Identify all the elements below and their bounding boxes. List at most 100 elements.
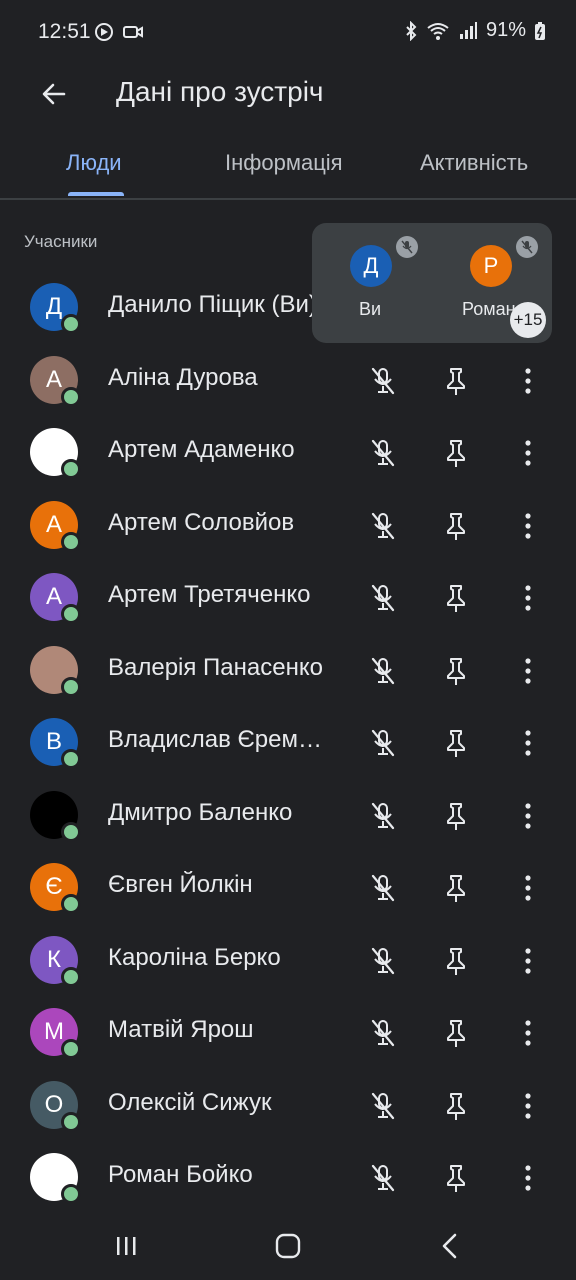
pin-icon[interactable]: [436, 723, 476, 763]
participant-row[interactable]: В Владислав Єременко: [0, 705, 576, 778]
mic-off-icon[interactable]: [363, 1013, 403, 1053]
tile-label-other: Роман: [462, 299, 516, 319]
avatar: [30, 1153, 81, 1204]
recent-apps-button[interactable]: [106, 1230, 146, 1262]
participant-name: Владислав Єременко: [108, 726, 334, 753]
avatar: [30, 645, 81, 697]
avatar: [30, 790, 81, 842]
participant-row[interactable]: М Матвій Ярош: [0, 995, 576, 1068]
participant-name: Артем Соловйов: [108, 508, 295, 536]
participant-row[interactable]: Артем Адаменко: [0, 415, 576, 488]
participant-row[interactable]: Дмитро Баленко: [0, 778, 576, 851]
mic-off-icon[interactable]: [363, 361, 403, 401]
avatar-initial: А: [45, 583, 62, 610]
pin-icon[interactable]: [436, 868, 476, 908]
online-status-dot: [61, 1039, 81, 1059]
more-options-icon[interactable]: [508, 796, 548, 836]
overflow-count-badge[interactable]: +15: [510, 302, 546, 338]
arrow-left-icon: [42, 83, 66, 105]
pin-icon[interactable]: [436, 433, 476, 473]
pin-icon[interactable]: [436, 1013, 476, 1053]
avatar-initial: А: [45, 510, 62, 538]
pin-icon[interactable]: [436, 796, 476, 836]
participant-row[interactable]: Роман Бойко: [0, 1140, 576, 1213]
more-options-icon[interactable]: [508, 868, 548, 908]
tab-people[interactable]: Люди: [66, 150, 122, 176]
participant-name: Матвій Ярош: [108, 1016, 254, 1043]
status-bar: 12:51 91%: [0, 0, 576, 64]
participant-name: Артем Третяченко: [108, 581, 311, 608]
participant-row[interactable]: К Кароліна Берко: [0, 923, 576, 996]
mic-off-icon[interactable]: [363, 1158, 403, 1198]
participant-name: Кароліна Берко: [108, 943, 281, 971]
pin-icon[interactable]: [436, 361, 476, 401]
home-button[interactable]: [268, 1230, 308, 1262]
more-options-icon[interactable]: [508, 578, 548, 618]
nav-back-button[interactable]: [430, 1230, 470, 1262]
mic-off-icon[interactable]: [363, 651, 403, 691]
online-status-dot: [61, 966, 81, 987]
system-nav-bar: [0, 1210, 576, 1280]
avatar: В: [30, 718, 81, 769]
back-icon: [442, 1233, 457, 1259]
pin-icon[interactable]: [436, 578, 476, 618]
avatar: Д: [30, 283, 81, 334]
pin-icon[interactable]: [436, 506, 476, 546]
avatar: К: [30, 935, 81, 987]
more-options-icon[interactable]: [508, 433, 548, 473]
signal-icon: [459, 21, 477, 39]
pin-icon[interactable]: [436, 1158, 476, 1198]
mic-off-icon[interactable]: [363, 868, 403, 908]
more-options-icon[interactable]: [508, 1086, 548, 1126]
participant-row[interactable]: Валерія Панасенко: [0, 633, 576, 706]
pin-icon[interactable]: [436, 651, 476, 691]
bluetooth-icon: [406, 20, 417, 41]
participant-name: Аліна Дурова: [108, 363, 258, 391]
tab-activity[interactable]: Активність: [420, 150, 528, 176]
participant-name: Валерія Панасенко: [108, 653, 323, 681]
recent-apps-icon: [117, 1237, 136, 1255]
mic-off-icon[interactable]: [363, 578, 403, 618]
mic-off-icon[interactable]: [363, 723, 403, 763]
online-status-dot: [61, 386, 81, 407]
online-status-dot: [61, 314, 81, 334]
avatar-initial: Є: [45, 873, 63, 900]
participant-row[interactable]: А Аліна Дурова: [0, 343, 576, 416]
online-status-dot: [61, 531, 81, 552]
avatar-initial: А: [45, 365, 62, 393]
participants-list: Д Данило Піщик (Ви) А Аліна Дурова Артем Ада…: [0, 270, 576, 1213]
back-button[interactable]: [30, 70, 78, 118]
tab-info[interactable]: Інформація: [225, 150, 343, 176]
online-status-dot: [61, 459, 81, 479]
mic-off-icon[interactable]: [363, 506, 403, 546]
tab-indicator: [68, 192, 124, 196]
pin-icon[interactable]: [436, 1086, 476, 1126]
more-options-icon[interactable]: [508, 723, 548, 763]
participant-row[interactable]: А Артем Соловйов: [0, 488, 576, 561]
participant-row[interactable]: Є Євген Йолкін: [0, 850, 576, 923]
pin-icon[interactable]: [436, 941, 476, 981]
avatar: А: [30, 573, 81, 624]
more-options-icon[interactable]: [508, 1158, 548, 1198]
participant-name: Роман Бойко: [108, 1161, 253, 1188]
mic-off-icon[interactable]: [363, 433, 403, 473]
online-status-dot: [61, 894, 81, 914]
participant-name: Дмитро Баленко: [108, 798, 293, 826]
online-status-dot: [61, 821, 81, 842]
more-options-icon[interactable]: [508, 941, 548, 981]
mic-off-icon[interactable]: [363, 1086, 403, 1126]
more-options-icon[interactable]: [508, 361, 548, 401]
tile-mic-off-icon-other: [516, 236, 538, 258]
video-icon: [123, 26, 143, 38]
participant-row[interactable]: А Артем Третяченко: [0, 560, 576, 633]
online-status-dot: [61, 1111, 81, 1132]
mic-off-icon[interactable]: [363, 941, 403, 981]
avatar: А: [30, 500, 81, 552]
avatar: [30, 428, 81, 479]
more-options-icon[interactable]: [508, 1013, 548, 1053]
more-options-icon[interactable]: [508, 506, 548, 546]
mic-off-icon[interactable]: [363, 796, 403, 836]
more-options-icon[interactable]: [508, 651, 548, 691]
tile-avatar-self: Д: [350, 245, 392, 287]
participant-row[interactable]: О Олексій Сижук: [0, 1068, 576, 1141]
